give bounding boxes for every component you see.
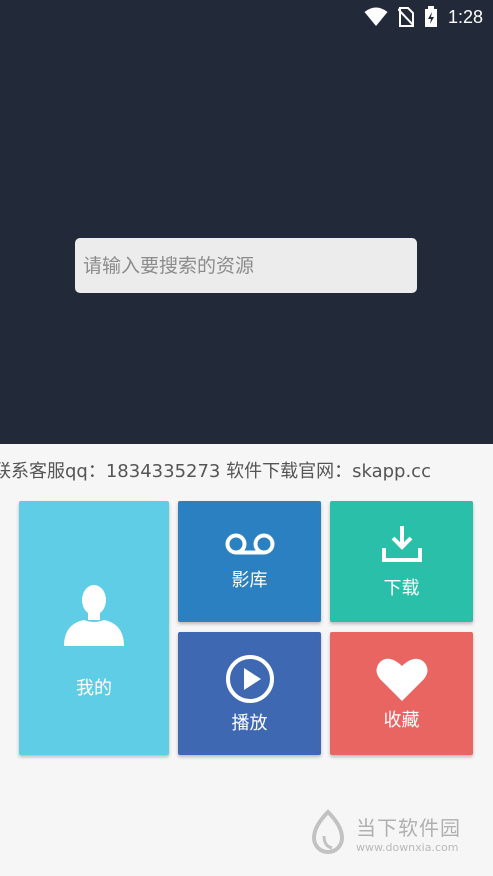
- library-tile-label: 影库: [231, 569, 268, 591]
- download-tile-label: 下载: [383, 577, 420, 599]
- search-input[interactable]: [75, 238, 417, 293]
- downxia-logo-icon: [311, 809, 345, 854]
- battery-charging-icon: [424, 6, 437, 27]
- favorite-tile[interactable]: 收藏: [330, 632, 473, 755]
- watermark-title: 当下软件园: [356, 816, 461, 840]
- play-tile-label: 播放: [231, 712, 268, 734]
- play-tile[interactable]: 播放: [178, 632, 321, 755]
- play-icon: [225, 654, 274, 703]
- wifi-icon: [364, 7, 388, 26]
- my-tile-label: 我的: [76, 678, 112, 699]
- clock: 1:28: [447, 6, 483, 27]
- heart-icon: [376, 658, 427, 701]
- contact-notice-text: 联系客服qq：1834335273 软件下载官网：skapp.cc: [0, 461, 431, 482]
- download-icon: [381, 525, 422, 562]
- favorite-tile-label: 收藏: [383, 709, 420, 731]
- watermark-url: www.downxia.com: [356, 841, 459, 854]
- download-tile[interactable]: 下载: [330, 501, 473, 622]
- watermark: 当下软件园 www.downxia.com: [306, 806, 486, 860]
- voicemail-icon: [225, 533, 274, 554]
- library-tile[interactable]: 影库: [178, 501, 321, 622]
- contact-notice: 联系客服qq：1834335273 软件下载官网：skapp.cc: [0, 458, 493, 486]
- user-icon: [64, 585, 124, 646]
- header-area: 1:28: [0, 0, 493, 444]
- no-sim-icon: [397, 7, 414, 27]
- status-bar: 1:28: [364, 6, 483, 28]
- my-tile[interactable]: 我的: [19, 501, 169, 755]
